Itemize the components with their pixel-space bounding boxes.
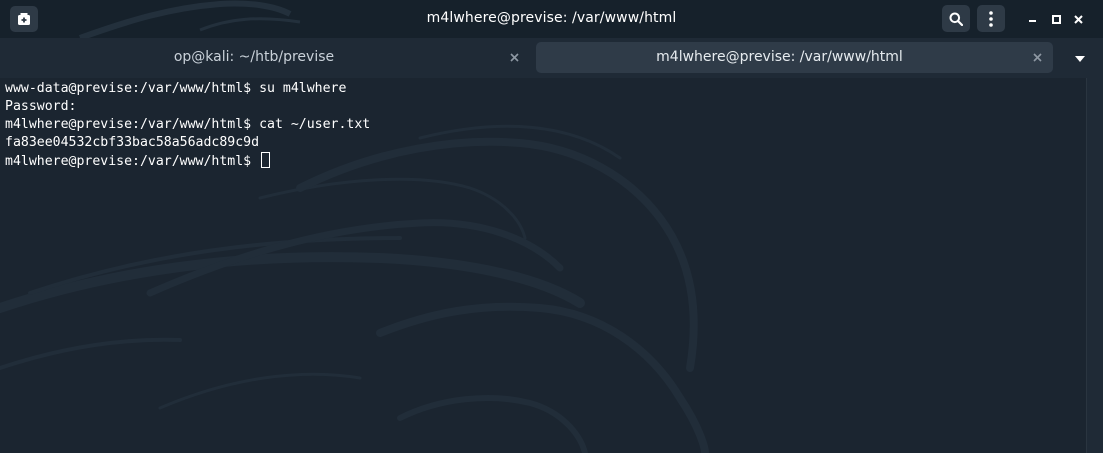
- minimize-icon: [1029, 20, 1036, 22]
- terminal-prompt-line: m4lwhere@previse:/var/www/html$: [5, 152, 370, 171]
- tab-list-dropdown[interactable]: [1068, 49, 1092, 69]
- search-button[interactable]: [942, 5, 970, 32]
- terminal-cursor: [261, 152, 271, 168]
- tab-label: op@kali: ~/htb/previse: [173, 49, 335, 65]
- terminal-output[interactable]: www-data@previse:/var/www/html$ su m4lwh…: [0, 78, 1086, 453]
- tab-bar: op@kali: ~/htb/previse m4lwhere@previse:…: [0, 38, 1103, 78]
- close-icon: [509, 52, 519, 62]
- close-icon: [1073, 14, 1083, 24]
- tab-close-button[interactable]: [508, 51, 520, 63]
- terminal-line: Password:: [5, 99, 77, 114]
- tab-label: m4lwhere@previse: /var/www/html: [656, 49, 903, 65]
- terminal-line: m4lwhere@previse:/var/www/html$ cat ~/us…: [5, 117, 371, 132]
- terminal-line: www-data@previse:/var/www/html$ su m4lwh…: [5, 81, 347, 96]
- close-window-button[interactable]: [1070, 11, 1086, 27]
- tab-previse[interactable]: m4lwhere@previse: /var/www/html: [536, 42, 1053, 73]
- terminal-window: m4lwhere@previse: /var/www/html op@kali:…: [0, 0, 1103, 453]
- close-icon: [1032, 52, 1042, 62]
- terminal-prompt: m4lwhere@previse:/var/www/html$: [5, 154, 260, 169]
- kebab-menu-icon: [989, 10, 993, 27]
- minimize-button[interactable]: [1025, 11, 1041, 27]
- chevron-down-icon: [1075, 56, 1085, 62]
- search-icon: [949, 12, 963, 26]
- terminal-scrollbar[interactable]: [1086, 78, 1103, 453]
- window-title: m4lwhere@previse: /var/www/html: [426, 10, 677, 26]
- maximize-button[interactable]: [1048, 11, 1064, 27]
- terminal-lines: www-data@previse:/var/www/html$ su m4lwh…: [5, 80, 370, 171]
- maximize-icon: [1051, 14, 1061, 24]
- terminal-line: fa83ee04532cbf33bac58a56adc89c9d: [5, 135, 260, 150]
- menu-button[interactable]: [977, 5, 1005, 32]
- title-bar: m4lwhere@previse: /var/www/html: [0, 0, 1103, 38]
- tab-kali[interactable]: op@kali: ~/htb/previse: [8, 42, 530, 73]
- tab-close-button[interactable]: [1031, 51, 1043, 63]
